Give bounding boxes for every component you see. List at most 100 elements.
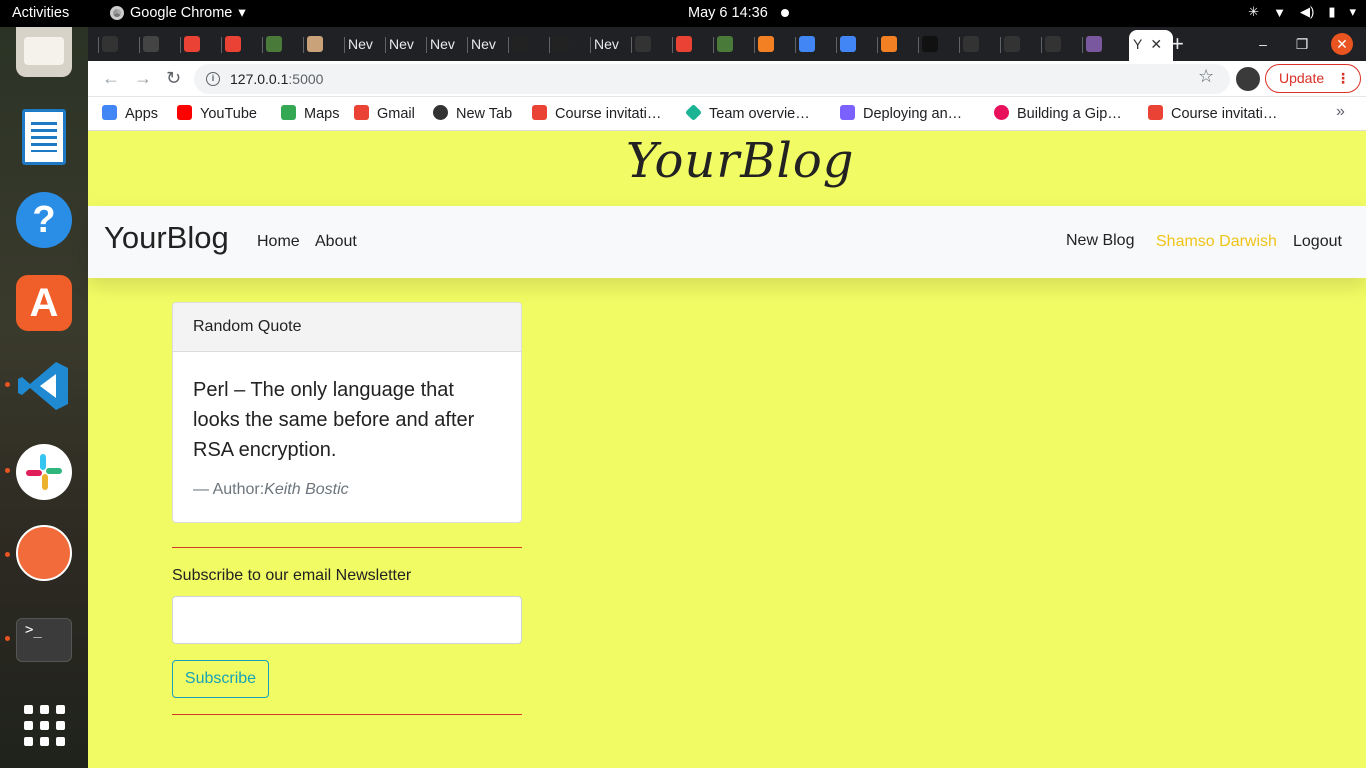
subscribe-button[interactable]: Subscribe	[172, 660, 269, 698]
battery-icon[interactable]: ▮	[1328, 4, 1335, 20]
wifi-icon[interactable]: ▼	[1273, 5, 1286, 20]
tab[interactable]	[303, 30, 344, 59]
bookmark-item[interactable]: Gmail	[354, 105, 415, 122]
tab[interactable]: Nev	[590, 30, 631, 59]
gmail-icon	[676, 36, 692, 52]
forward-icon[interactable]: →	[134, 68, 152, 89]
tab[interactable]	[549, 30, 590, 59]
bookmark-item[interactable]: Course invitati…	[1148, 105, 1277, 122]
writer-app-icon[interactable]	[16, 109, 72, 165]
bookmark-star-icon[interactable]: ☆	[1198, 66, 1214, 87]
quote-author-prefix: — Author:	[193, 481, 265, 498]
back-icon[interactable]: ←	[102, 68, 120, 89]
tab[interactable]	[1000, 30, 1041, 59]
tab[interactable]	[754, 30, 795, 59]
running-indicator	[5, 468, 10, 473]
github-icon	[143, 36, 159, 52]
bookmarks-overflow-icon[interactable]: »	[1336, 103, 1345, 121]
bookmark-item[interactable]: Building a Gip…	[994, 105, 1122, 122]
google-icon	[799, 36, 815, 52]
bookmark-item[interactable]: Course invitati…	[532, 105, 661, 122]
tab[interactable]	[221, 30, 262, 59]
heroku-icon	[1086, 36, 1102, 52]
bookmark-label: New Tab	[456, 106, 513, 122]
apps-grid-icon	[102, 105, 117, 120]
tab[interactable]	[631, 30, 672, 59]
tab-active[interactable]: Y ✕	[1129, 30, 1173, 61]
tab-label: Nev	[348, 36, 373, 52]
slack-tray-icon[interactable]: ✳	[1248, 4, 1259, 20]
bookmark-label: YouTube	[200, 106, 257, 122]
system-tray[interactable]: ✳ ▼ ◀) ▮ ▾	[1248, 4, 1356, 20]
files-app-icon[interactable]	[16, 27, 72, 77]
avatar-icon	[307, 36, 323, 52]
tab[interactable]	[139, 30, 180, 59]
nav-user-link[interactable]: Shamso Darwish	[1156, 233, 1277, 251]
tab[interactable]: Nev	[467, 30, 508, 59]
system-top-bar: Activities Google Chrome ▾ May 6 14:36 ✳…	[0, 0, 1366, 27]
more-menu-icon[interactable]: ⋮	[1336, 65, 1350, 92]
nav-new-blog-link[interactable]: New Blog	[1066, 232, 1134, 250]
clock[interactable]: May 6 14:36	[688, 5, 768, 21]
bookmark-item[interactable]: YouTube	[177, 105, 257, 122]
tab-strip: + – ❐ ✕ Nev Nev Nev Nev Nev Y ✕	[88, 27, 1366, 61]
close-tab-icon[interactable]: ✕	[1150, 36, 1162, 52]
tab-label: Nev	[389, 36, 414, 52]
url-host: 127.0.0.1	[230, 71, 289, 87]
tab[interactable]	[918, 30, 959, 59]
tab[interactable]	[672, 30, 713, 59]
power-menu-icon[interactable]: ▾	[1349, 4, 1356, 20]
bookmark-item[interactable]: Team overvie…	[685, 104, 810, 122]
tab[interactable]: Nev	[426, 30, 467, 59]
site-info-icon[interactable]: i	[206, 72, 220, 86]
volume-icon[interactable]: ◀)	[1300, 4, 1314, 20]
vscode-app-icon[interactable]	[16, 358, 72, 414]
reload-icon[interactable]: ↻	[166, 68, 181, 89]
tab[interactable]: Nev	[344, 30, 385, 59]
tab-label: Nev	[471, 36, 496, 52]
tab[interactable]	[836, 30, 877, 59]
bookmark-item[interactable]: Maps	[281, 105, 339, 122]
notification-dot-icon	[781, 9, 789, 17]
bookmark-label: Building a Gip…	[1017, 106, 1122, 122]
help-app-icon[interactable]: ?	[16, 192, 72, 248]
gmail-icon	[532, 105, 547, 120]
bookmark-item[interactable]: Deploying an…	[840, 105, 962, 122]
tab[interactable]	[959, 30, 1000, 59]
tab-label: Y	[1133, 36, 1143, 52]
newsletter-email-input[interactable]	[172, 596, 522, 644]
close-window-icon[interactable]: ✕	[1331, 33, 1353, 55]
tab[interactable]	[508, 30, 549, 59]
tab-label: Nev	[430, 36, 455, 52]
app-store-icon[interactable]: A	[16, 275, 72, 331]
bookmark-item[interactable]: New Tab	[433, 105, 512, 122]
profile-avatar[interactable]	[1236, 67, 1260, 91]
terminal-app-icon[interactable]: >_	[16, 618, 72, 662]
tab[interactable]	[1041, 30, 1082, 59]
activities-button[interactable]: Activities	[12, 5, 69, 21]
navbar-brand[interactable]: YourBlog	[104, 220, 229, 256]
tab[interactable]	[1082, 30, 1123, 59]
quote-footer: — Author:Keith Bostic	[193, 481, 349, 499]
nav-about-link[interactable]: About	[315, 233, 357, 251]
nav-logout-link[interactable]: Logout	[1293, 233, 1342, 251]
maximize-icon[interactable]: ❐	[1291, 33, 1313, 55]
minimize-icon[interactable]: –	[1252, 33, 1274, 55]
tab[interactable]	[713, 30, 754, 59]
site-script-logo: YourBlog	[626, 133, 855, 189]
show-applications-icon[interactable]	[16, 705, 72, 747]
bookmark-label: Deploying an…	[863, 106, 963, 122]
tab[interactable]: Nev	[385, 30, 426, 59]
tab[interactable]	[262, 30, 303, 59]
bookmark-item[interactable]: Apps	[102, 105, 158, 122]
address-bar[interactable]: i 127.0.0.1:5000	[194, 64, 1230, 94]
tab[interactable]	[877, 30, 918, 59]
update-button[interactable]: Update ⋮	[1265, 64, 1361, 93]
tab[interactable]	[795, 30, 836, 59]
slack-app-icon[interactable]	[16, 444, 72, 500]
postman-app-icon[interactable]	[16, 525, 72, 581]
tab[interactable]	[180, 30, 221, 59]
app-menu[interactable]: Google Chrome ▾	[110, 5, 246, 21]
nav-home-link[interactable]: Home	[257, 233, 300, 251]
tab[interactable]	[98, 30, 139, 59]
